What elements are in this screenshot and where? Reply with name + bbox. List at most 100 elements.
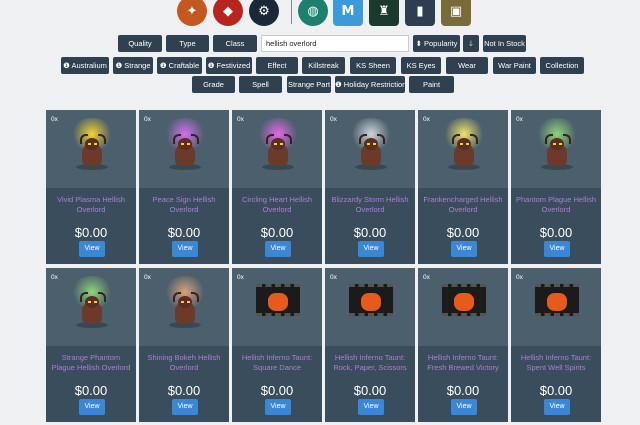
item-name[interactable]: Frankencharged Hellish Overlord (422, 195, 504, 215)
chest-icon[interactable]: ▣ (441, 0, 471, 26)
taunt-film-icon (535, 284, 579, 316)
item-quantity: 0x (516, 274, 523, 281)
overlord-figure-part (191, 134, 199, 144)
item-image (139, 110, 229, 188)
ks-sheen-filter-button[interactable]: KS Sheen (350, 57, 396, 74)
view-button[interactable]: View (172, 241, 198, 257)
item-image (232, 110, 322, 188)
strange-part-filter-button[interactable]: Strange Part (287, 76, 331, 93)
view-button[interactable]: View (172, 399, 198, 415)
view-button[interactable]: View (451, 399, 477, 415)
festivized-filter-button[interactable]: ❶ Festivized (206, 57, 252, 74)
item-name[interactable]: Peace Sign Hellish Overlord (143, 195, 225, 215)
overlord-eye (367, 143, 370, 145)
item-name[interactable]: Hellish Inferno Taunt: Fresh Brewed Vict… (422, 353, 504, 373)
item-quantity: 0x (237, 274, 244, 281)
item-card[interactable]: 0x Peace Sign Hellish Overlord $0.00 View (139, 110, 229, 264)
item-name[interactable]: Vivid Plasma Hellish Overlord (50, 195, 132, 215)
killstreak-filter-button[interactable]: Killstreak (302, 57, 345, 74)
item-name[interactable]: Hellish Inferno Taunt: Rock, Paper, Scis… (329, 353, 411, 373)
item-quantity: 0x (516, 116, 523, 123)
globe-icon[interactable]: ◍ (298, 0, 328, 26)
paint-filter-button[interactable]: Paint (409, 76, 454, 93)
item-image (325, 268, 415, 346)
item-quantity: 0x (144, 116, 151, 123)
sort-popularity-button[interactable]: ⬍ Popularity (413, 35, 460, 52)
item-name[interactable]: Phantom Plague Hellish Overlord (515, 195, 597, 215)
class-filter-button[interactable]: Class (213, 35, 257, 52)
item-name[interactable]: Shining Bokeh Hellish Overlord (143, 353, 225, 373)
item-card[interactable]: 0x Shining Bokeh Hellish Overlord $0.00 Vie… (139, 268, 229, 422)
item-price: $0.00 (167, 383, 201, 398)
item-name[interactable]: Strange Phantom Plague Hellish Overlord (50, 353, 132, 373)
collection-filter-button[interactable]: Collection (540, 57, 584, 74)
item-image (325, 110, 415, 188)
hat-icon[interactable]: ♜ (369, 0, 399, 26)
item-name[interactable]: Hellish Inferno Taunt: Spent Well Spirit… (515, 353, 597, 373)
search-input[interactable] (261, 35, 409, 52)
view-button[interactable]: View (544, 241, 570, 257)
overlord-eye (553, 143, 556, 145)
view-button[interactable]: View (451, 241, 477, 257)
overlord-eye (274, 143, 277, 145)
holiday-restriction-filter-button[interactable]: ❶ Holiday Restriction (335, 76, 405, 93)
effect-filter-button[interactable]: Effect (256, 57, 298, 74)
view-button[interactable]: View (544, 399, 570, 415)
war-paint-filter-button[interactable]: War Paint (493, 57, 536, 74)
view-button[interactable]: View (265, 399, 291, 415)
item-card[interactable]: 0x Hellish Inferno Taunt: Fresh Brewed Vi… (418, 268, 508, 422)
view-button[interactable]: View (358, 241, 384, 257)
item-price: $0.00 (353, 225, 387, 240)
item-card[interactable]: 0x Blizzardy Storm Hellish Overlord $0.00 V… (325, 110, 415, 264)
overlord-eye (181, 143, 184, 145)
overlord-figure-part (80, 134, 88, 144)
steam-icon[interactable]: ⚙ (249, 0, 279, 26)
taunt-film-icon (256, 284, 300, 316)
sort-direction-button[interactable]: 🡓 (463, 35, 479, 52)
type-filter-button[interactable]: Type (166, 35, 209, 52)
item-price: $0.00 (539, 383, 573, 398)
australium-filter-button[interactable]: ❶ Australium (61, 57, 109, 74)
item-name[interactable]: Hellish Inferno Taunt: Square Dance (236, 353, 318, 373)
overlord-figure-part (191, 292, 199, 302)
item-card[interactable]: 0x Hellish Inferno Taunt: Spent Well Spir… (511, 268, 601, 422)
view-button[interactable]: View (79, 399, 105, 415)
spell-filter-button[interactable]: Spell (239, 76, 282, 93)
overlord-eye (94, 143, 97, 145)
overlord-figure-part (173, 292, 181, 302)
overlord-eye (559, 143, 562, 145)
ks-eyes-filter-button[interactable]: KS Eyes (401, 57, 441, 74)
overlord-eye (187, 301, 190, 303)
quality-filter-button[interactable]: Quality (118, 35, 162, 52)
not-in-stock-button[interactable]: Not In Stock (483, 35, 526, 52)
item-card[interactable]: 0x Circling Heart Hellish Overlord $0.00 Vi… (232, 110, 322, 264)
item-card[interactable]: 0x Hellish Inferno Taunt: Square Dance $0.… (232, 268, 322, 422)
overlord-figure-part (284, 134, 292, 144)
marketplace-icon[interactable]: M (333, 0, 363, 26)
item-name[interactable]: Blizzardy Storm Hellish Overlord (329, 195, 411, 215)
overlord-figure-part (470, 134, 478, 144)
strange-filter-button[interactable]: ❶ Strange (113, 57, 153, 74)
tf2-icon[interactable]: ✦ (177, 0, 207, 26)
taunt-figure (454, 293, 474, 311)
item-price: $0.00 (446, 383, 480, 398)
view-button[interactable]: View (265, 241, 291, 257)
craftable-filter-button[interactable]: ❶ Craftable (157, 57, 202, 74)
item-image (232, 268, 322, 346)
grade-filter-button[interactable]: Grade (192, 76, 235, 93)
item-name[interactable]: Circling Heart Hellish Overlord (236, 195, 318, 215)
item-price: $0.00 (353, 383, 387, 398)
item-card[interactable]: 0x Phantom Plague Hellish Overlord $0.00 Vi… (511, 110, 601, 264)
dota2-icon[interactable]: ◆ (213, 0, 243, 26)
item-card[interactable]: 0x Frankencharged Hellish Overlord $0.00 Vi… (418, 110, 508, 264)
wear-filter-button[interactable]: Wear (446, 57, 488, 74)
view-button[interactable]: View (79, 241, 105, 257)
overlord-figure-part (98, 134, 106, 144)
overlord-figure-part (80, 292, 88, 302)
item-card[interactable]: 0x Vivid Plasma Hellish Overlord $0.00 View (46, 110, 136, 264)
backpack-icon[interactable]: ▮ (405, 0, 435, 26)
item-card[interactable]: 0x Hellish Inferno Taunt: Rock, Paper, Sc… (325, 268, 415, 422)
item-price: $0.00 (260, 383, 294, 398)
item-card[interactable]: 0x Strange Phantom Plague Hellish Overlor… (46, 268, 136, 422)
view-button[interactable]: View (358, 399, 384, 415)
